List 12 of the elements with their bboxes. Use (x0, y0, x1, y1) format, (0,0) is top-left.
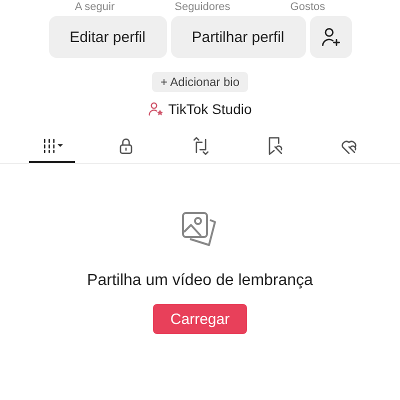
upload-button[interactable]: Carregar (153, 304, 247, 334)
studio-link[interactable]: TikTok Studio (168, 101, 252, 117)
stat-label: A seguir (74, 1, 115, 13)
add-friend-button[interactable] (310, 16, 352, 58)
stat-label: Gostos (290, 1, 326, 13)
empty-message: Partilha um vídeo de lembrança (87, 272, 313, 290)
person-star-icon (148, 101, 164, 117)
add-person-icon (320, 26, 342, 48)
share-profile-button[interactable]: Partilhar perfil (170, 16, 306, 58)
edit-profile-button[interactable]: Editar perfil (48, 16, 166, 58)
stat-label: Seguidores (174, 1, 230, 13)
add-bio-button[interactable]: + Adicionar bio (152, 72, 248, 92)
